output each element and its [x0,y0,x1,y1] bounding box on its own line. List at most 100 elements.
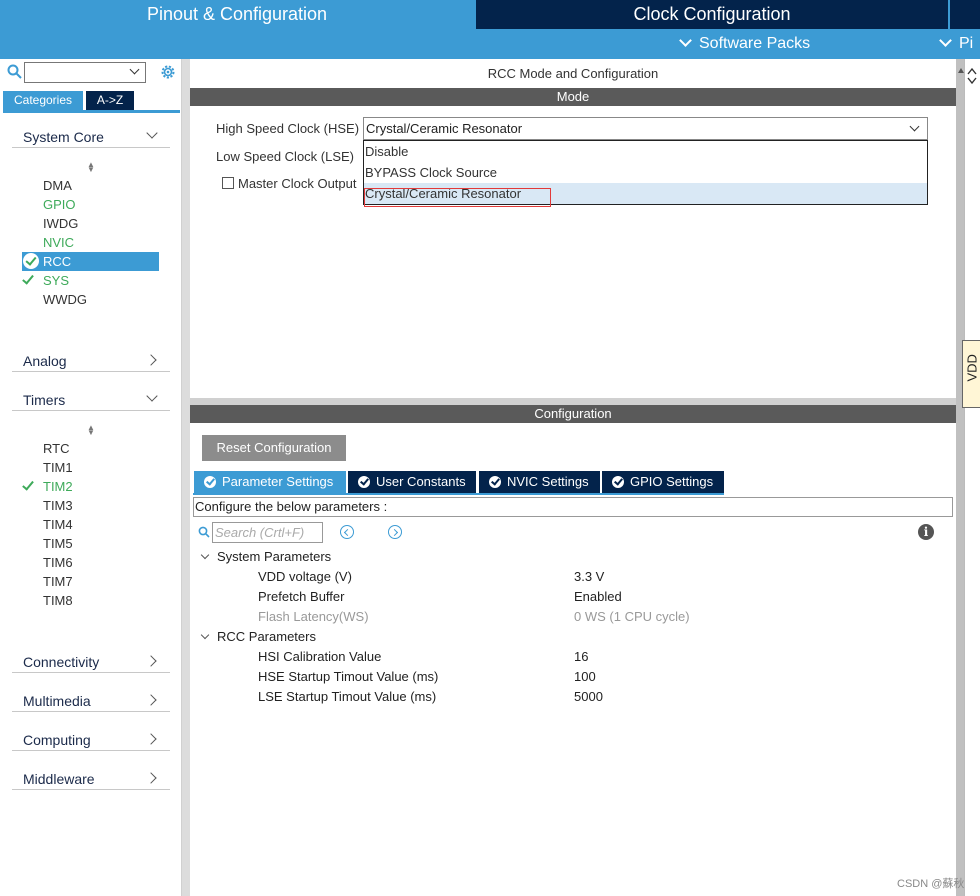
sidebar-item-tim7[interactable]: TIM7 [22,572,159,591]
chevron-right-icon [145,733,157,745]
param-value: 0 WS (1 CPU cycle) [574,609,690,624]
dropdown-option-disable[interactable]: Disable [364,141,927,162]
check-circle-icon [23,253,39,269]
sidebar-item-tim3[interactable]: TIM3 [22,496,159,515]
mode-header-bar: Mode [190,88,956,106]
check-circle-icon [204,476,216,488]
master-clock-output-checkbox[interactable] [222,177,234,189]
tab-nvic-settings[interactable]: NVIC Settings [479,471,600,493]
sidebar-item-rtc[interactable]: RTC [22,439,159,458]
sidebar-item-dma[interactable]: DMA [22,176,159,195]
group-rcc-parameters[interactable]: RCC Parameters [200,629,316,644]
sort-arrows-icon[interactable]: ▲ ▼ [86,161,96,174]
chevron-up-down-icon[interactable] [966,64,978,88]
section-computing[interactable]: Computing [12,729,170,751]
param-name: LSE Startup Timout Value (ms) [258,689,437,704]
sidebar-item-label: DMA [43,178,72,193]
pinout-menu[interactable]: Pi [939,32,974,56]
hse-select[interactable]: Crystal/Ceramic Resonator [363,117,928,140]
scroll-up-icon[interactable] [958,64,964,84]
main-scrollbar[interactable] [956,59,964,896]
tab-clock-configuration[interactable]: Clock Configuration [476,0,948,29]
sidebar-item-tim8[interactable]: TIM8 [22,591,159,610]
param-value[interactable]: Enabled [574,589,622,604]
chevron-down-icon [939,34,952,47]
previous-match-button[interactable] [340,525,354,539]
param-name: Prefetch Buffer [258,589,345,604]
param-value[interactable]: 100 [574,669,596,684]
chevron-down-icon [146,127,158,139]
sidebar-scrollbar[interactable] [182,59,190,896]
tab-label: Parameter Settings [222,474,334,489]
section-label: Middleware [23,771,95,787]
group-label: System Parameters [217,549,332,564]
hse-select-value: Crystal/Ceramic Resonator [366,121,523,136]
search-icon[interactable] [7,64,22,79]
sidebar-item-label: TIM2 [43,479,73,494]
section-label: Analog [23,353,67,369]
sidebar-item-label: RTC [43,441,70,456]
sidebar-item-rcc[interactable]: RCC [22,252,159,271]
dropdown-option-bypass[interactable]: BYPASS Clock Source [364,162,927,183]
reset-configuration-button[interactable]: Reset Configuration [202,435,346,461]
section-analog[interactable]: Analog [12,350,170,372]
sidebar-item-iwdg[interactable]: IWDG [22,214,159,233]
tab-a-to-z[interactable]: A->Z [86,91,134,110]
chevron-down-icon [200,550,210,560]
param-value[interactable]: 16 [574,649,588,664]
sidebar-item-label: TIM5 [43,536,73,551]
group-system-parameters[interactable]: System Parameters [200,549,331,564]
sidebar-item-nvic[interactable]: NVIC [22,233,159,252]
sidebar-item-wwdg[interactable]: WWDG [22,290,159,309]
chevron-right-icon [145,655,157,667]
section-label: Timers [23,392,66,408]
section-system-core[interactable]: System Core [12,126,170,148]
sidebar-item-tim4[interactable]: TIM4 [22,515,159,534]
search-icon [198,526,210,538]
sidebar-item-tim2[interactable]: TIM2 [22,477,159,496]
tab-user-constants[interactable]: User Constants [348,471,476,493]
tab-gpio-settings[interactable]: GPIO Settings [602,471,724,493]
section-multimedia[interactable]: Multimedia [12,690,170,712]
group-label: RCC Parameters [217,629,316,644]
sidebar-item-gpio[interactable]: GPIO [22,195,159,214]
pinout-menu-label: Pi [959,35,974,52]
mode-panel-title: RCC Mode and Configuration [487,66,659,81]
param-value[interactable]: 5000 [574,689,603,704]
highlight-annotation-box [364,188,551,207]
sort-arrows-icon[interactable]: ▲ ▼ [86,424,96,437]
watermark: CSDN @蘇秋 [897,878,965,890]
chevron-down-icon [129,64,140,75]
section-connectivity[interactable]: Connectivity [12,651,170,673]
section-timers[interactable]: Timers [12,389,170,411]
next-match-button[interactable] [388,525,402,539]
tab-pinout-configuration[interactable]: Pinout & Configuration [0,0,474,29]
master-clock-output-label: Master Clock Output [238,176,357,191]
tab-parameter-settings[interactable]: Parameter Settings [194,471,346,493]
section-middleware[interactable]: Middleware [12,768,170,790]
sidebar-item-label: GPIO [43,197,76,212]
section-label: Computing [23,732,91,748]
tab-more[interactable] [950,0,980,29]
sidebar-item-label: RCC [43,254,72,269]
lse-label: Low Speed Clock (LSE) [216,149,355,164]
gear-icon[interactable] [159,63,177,81]
sidebar-item-tim6[interactable]: TIM6 [22,553,159,572]
sidebar-item-tim1[interactable]: TIM1 [22,458,159,477]
sidebar-item-tim5[interactable]: TIM5 [22,534,159,553]
sidebar-search-combobox[interactable] [24,62,146,83]
param-name: VDD voltage (V) [258,569,352,584]
tab-categories[interactable]: Categories [3,91,83,110]
section-label: Multimedia [23,693,91,709]
parameter-search-input[interactable]: Search (Crtl+F) [212,522,323,543]
vdd-pin[interactable]: VDD [962,340,980,408]
chevron-down-icon [909,121,920,132]
panel-splitter[interactable] [190,398,956,405]
software-packs-menu[interactable]: Software Packs [679,32,811,56]
param-value[interactable]: 3.3 V [574,569,604,584]
software-packs-label: Software Packs [699,35,811,52]
chevron-down-icon [146,390,158,402]
check-icon [22,272,34,285]
info-icon[interactable]: i [918,524,934,540]
sidebar-item-sys[interactable]: SYS [22,271,159,290]
